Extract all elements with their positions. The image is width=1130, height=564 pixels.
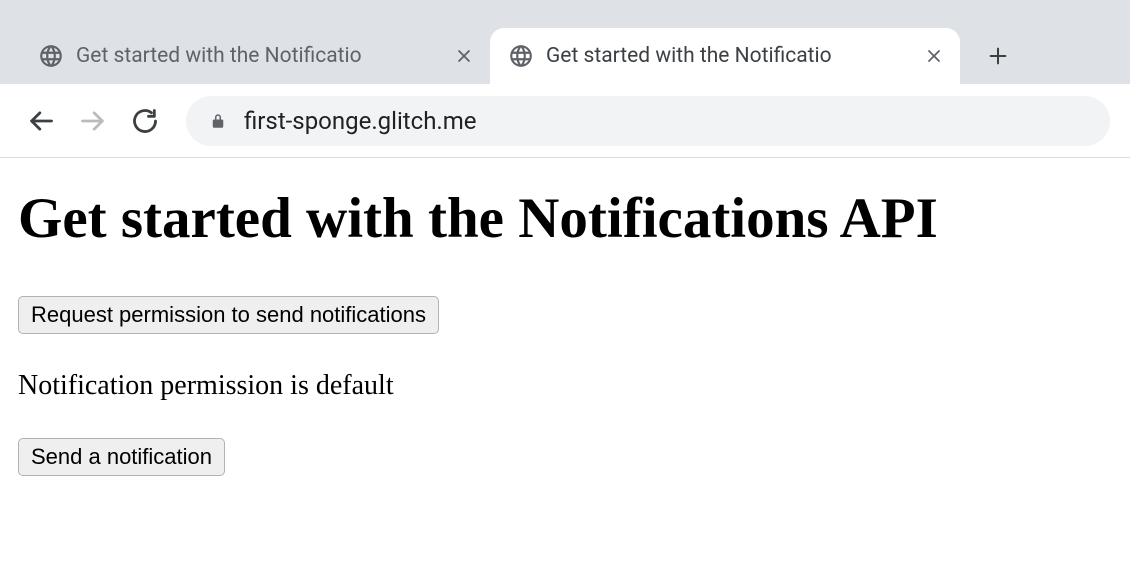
- close-icon[interactable]: [452, 44, 476, 68]
- close-icon[interactable]: [922, 44, 946, 68]
- page-content: Get started with the Notifications API R…: [0, 158, 1130, 504]
- permission-status: Notification permission is default: [18, 370, 1112, 402]
- lock-icon: [208, 111, 228, 131]
- request-permission-button[interactable]: Request permission to send notifications: [18, 296, 439, 334]
- address-bar[interactable]: first-sponge.glitch.me: [186, 96, 1110, 146]
- back-button[interactable]: [24, 104, 58, 138]
- forward-button[interactable]: [76, 104, 110, 138]
- globe-icon: [38, 43, 64, 69]
- tab-title: Get started with the Notificatio: [76, 44, 444, 68]
- browser-tab-active[interactable]: Get started with the Notificatio: [490, 28, 960, 84]
- tab-title: Get started with the Notificatio: [546, 44, 914, 68]
- page-heading: Get started with the Notifications API: [18, 186, 1112, 252]
- globe-icon: [508, 43, 534, 69]
- new-tab-button[interactable]: [976, 34, 1020, 78]
- reload-button[interactable]: [128, 104, 162, 138]
- toolbar: first-sponge.glitch.me: [0, 84, 1130, 158]
- send-notification-button[interactable]: Send a notification: [18, 438, 225, 476]
- url-text: first-sponge.glitch.me: [244, 107, 477, 135]
- browser-tab-inactive[interactable]: Get started with the Notificatio: [20, 28, 490, 84]
- tab-strip: Get started with the Notificatio Get sta…: [20, 14, 1020, 84]
- tab-bar: Get started with the Notificatio Get sta…: [0, 0, 1130, 84]
